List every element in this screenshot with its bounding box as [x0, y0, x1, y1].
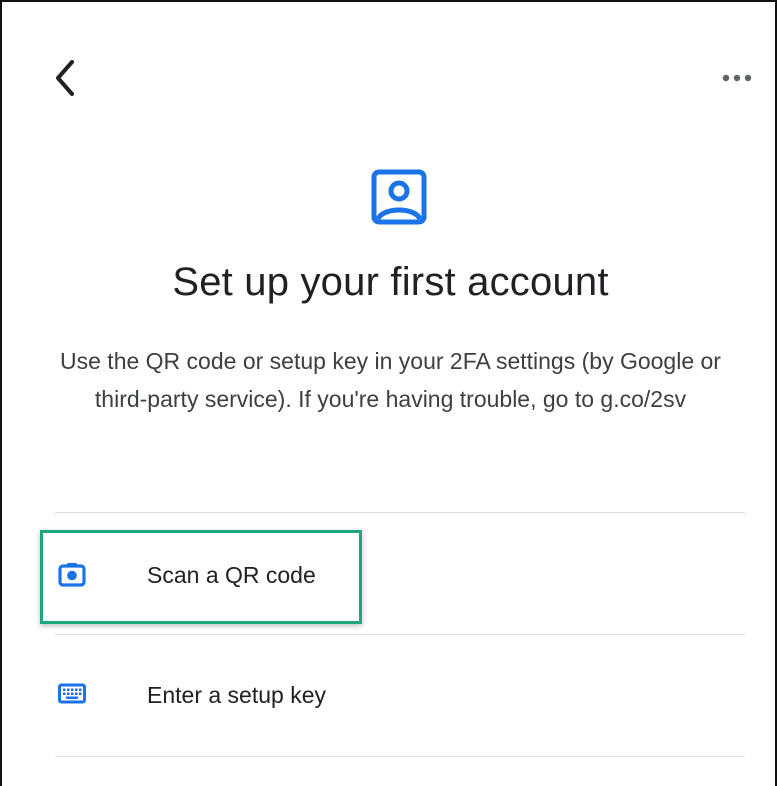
camera-icon — [58, 560, 86, 588]
divider — [55, 512, 745, 513]
page-title: Set up your first account — [172, 260, 609, 304]
scan-qr-code-label: Scan a QR code — [147, 562, 316, 588]
app-screen: Set up your first account Use the QR cod… — [0, 0, 777, 786]
chevron-left-icon — [56, 60, 74, 96]
more-horizontal-icon — [722, 74, 752, 82]
keyboard-icon — [58, 682, 86, 710]
enter-setup-key-option[interactable]: Enter a setup key — [42, 654, 742, 738]
divider — [55, 756, 745, 757]
enter-setup-key-label: Enter a setup key — [147, 682, 326, 708]
scan-qr-code-option[interactable]: Scan a QR code — [42, 534, 742, 618]
divider — [55, 634, 745, 635]
account-box-icon — [371, 169, 427, 225]
back-button[interactable] — [46, 54, 86, 102]
setup-description: Use the QR code or setup key in your 2FA… — [60, 348, 721, 412]
more-options-button[interactable] — [718, 66, 758, 90]
